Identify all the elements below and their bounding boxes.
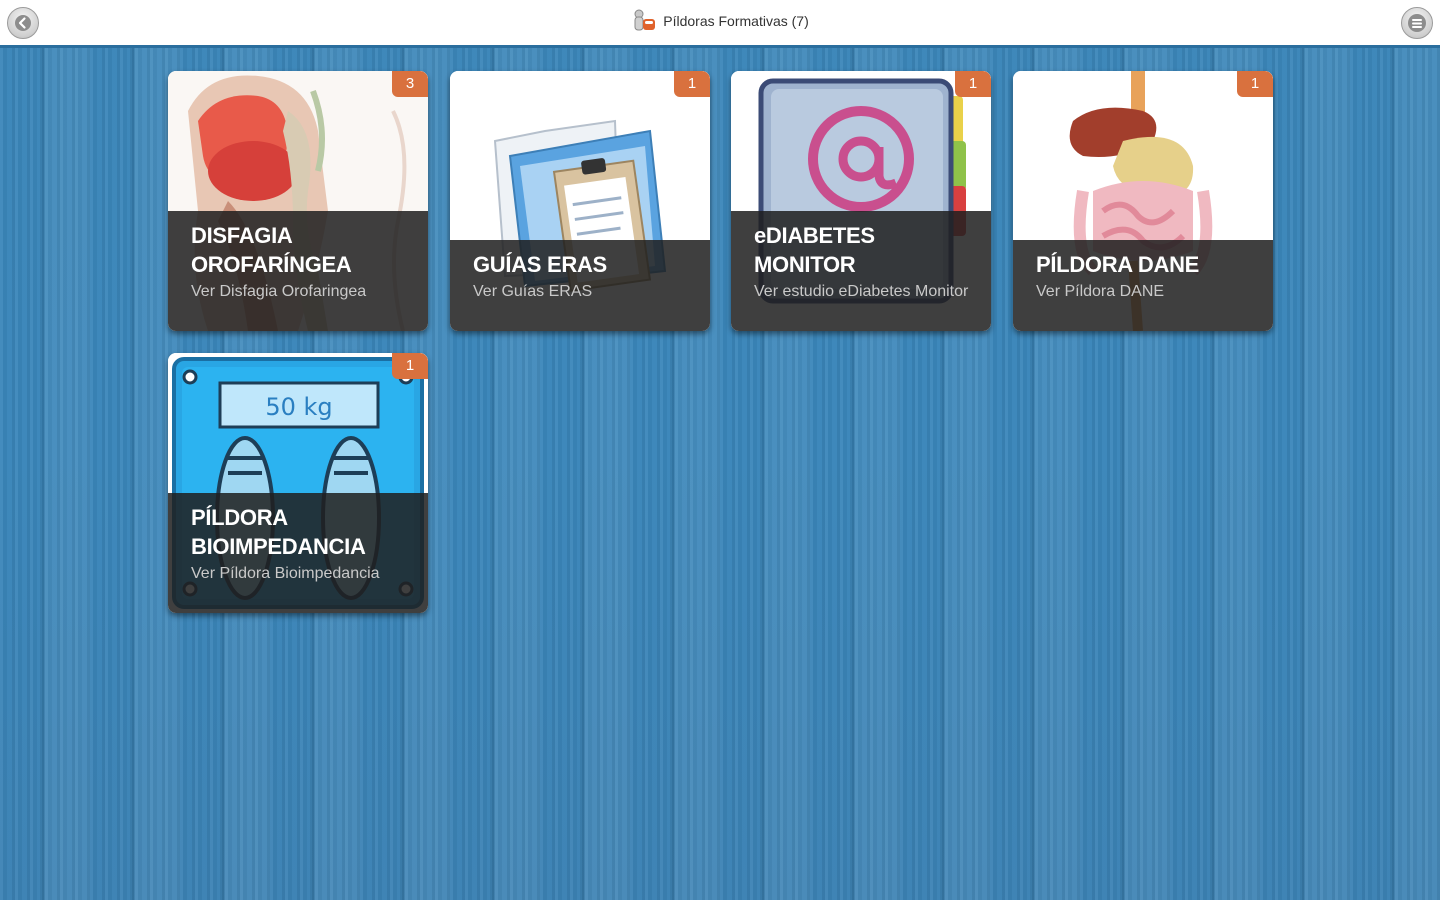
card-title: PÍLDORA BIOIMPEDANCIA [191,505,366,559]
card-title: GUÍAS ERAS [473,252,607,277]
menu-lines-icon [1408,14,1426,32]
card-title: DISFAGIA OROFARÍNGEA [191,223,352,277]
card-bioimpedancia[interactable]: 50 kg 1 PÍLDORA BIOIMPEDANCIA Ver Píldor… [168,353,428,613]
card-ediabetes[interactable]: 1 eDIABETES MONITOR Ver estudio eDiabete… [731,71,991,331]
card-title: eDIABETES MONITOR [754,223,875,277]
card-guias-eras[interactable]: 1 GUÍAS ERAS Ver Guías ERAS [450,71,710,331]
top-bar: Píldoras Formativas (7) [0,0,1440,48]
app-logo-icon [631,8,657,34]
page-title: Píldoras Formativas (7) [663,13,809,29]
count-badge: 1 [392,353,428,379]
card-subtitle: Ver Píldora Bioimpedancia [191,565,380,582]
card-subtitle: Ver Disfagia Orofaringea [191,283,367,300]
card-subtitle: Ver Píldora DANE [1036,283,1165,300]
card-caption: PÍLDORA BIOIMPEDANCIA Ver Píldora Bioimp… [168,493,428,613]
count-badge: 3 [392,71,428,97]
count-badge: 1 [955,71,991,97]
scale-reading: 50 kg [265,393,332,421]
card-title: PÍLDORA DANE [1036,252,1200,277]
card-caption: eDIABETES MONITOR Ver estudio eDiabetes … [731,211,991,331]
card-subtitle: Ver estudio eDiabetes Monitor [754,283,969,300]
count-badge: 1 [1237,71,1273,97]
card-caption: DISFAGIA OROFARÍNGEA Ver Disfagia Orofar… [168,211,428,331]
menu-button[interactable] [1401,7,1433,39]
count-badge: 1 [674,71,710,97]
card-pildora-dane[interactable]: 1 PÍLDORA DANE Ver Píldora DANE [1013,71,1273,331]
card-subtitle: Ver Guías ERAS [473,283,593,300]
card-disfagia[interactable]: 3 DISFAGIA OROFARÍNGEA Ver Disfagia Orof… [168,71,428,331]
title-area: Píldoras Formativas (7) [0,8,1440,34]
card-caption: PÍLDORA DANE Ver Píldora DANE [1013,240,1273,331]
card-caption: GUÍAS ERAS Ver Guías ERAS [450,240,710,331]
